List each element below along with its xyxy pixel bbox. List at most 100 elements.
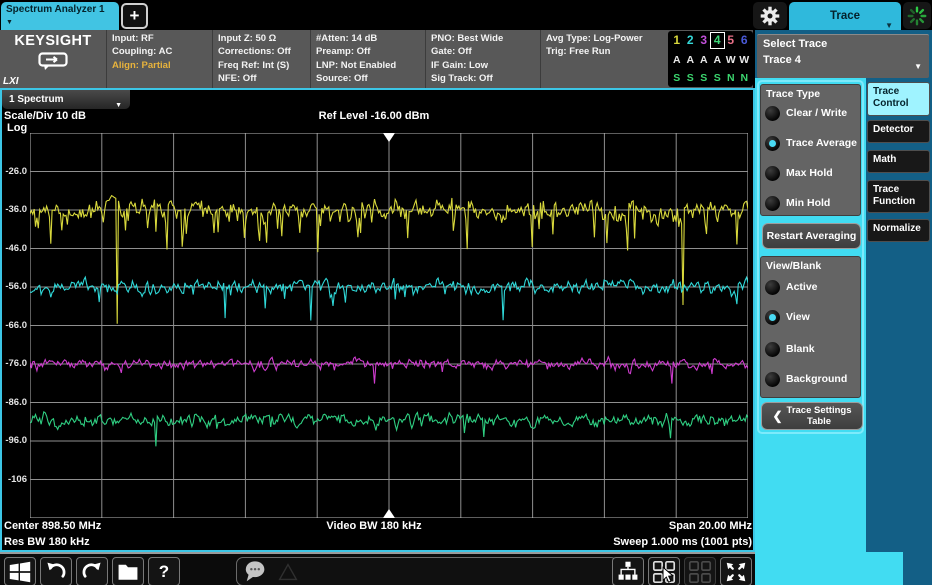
amplitude-tick-label: -76.0	[0, 358, 27, 369]
scale-div-label[interactable]: Scale/Div 10 dB	[4, 110, 86, 122]
annotation-bar[interactable]	[236, 557, 618, 585]
amplitude-tick-label: -86.0	[0, 397, 27, 408]
amplitude-tick-label: -106	[0, 474, 27, 485]
menu-column-footer	[866, 552, 903, 585]
menu-title-tab[interactable]: Trace ▼	[789, 2, 901, 30]
tab-detector[interactable]: Detector	[867, 120, 930, 143]
amplitude-tick-label: -26.0	[0, 166, 27, 177]
redo-icon	[80, 560, 104, 584]
radio-clear-write[interactable]: Clear / Write	[765, 102, 847, 124]
folder-icon	[116, 560, 140, 584]
trace-number: 3	[697, 33, 711, 48]
center-frequency-marker-top	[383, 133, 395, 142]
radio-active[interactable]: Active	[765, 276, 818, 298]
info-line: IF Gain: Low	[431, 59, 535, 72]
add-mode-button[interactable]: +	[121, 3, 148, 29]
info-line: LNP: Not Enabled	[316, 59, 420, 72]
keysight-logo: KEYSIGHT	[0, 33, 106, 49]
radio-button-icon	[765, 310, 780, 325]
ghost-triangle-icon	[275, 559, 301, 585]
tab-math[interactable]: Math	[867, 150, 930, 173]
select-trace-dropdown[interactable]: Select Trace Trace 4 ▼	[757, 34, 929, 78]
window-selector-dropdown[interactable]: 1 Spectrum ▼	[2, 90, 130, 109]
app-mode-tab[interactable]: Spectrum Analyzer 1 ▼ Swept SA	[1, 2, 119, 30]
restart-averaging-button[interactable]: Restart Averaging	[762, 223, 861, 249]
info-line: Input: RF	[112, 32, 207, 45]
tab-trace-control[interactable]: Trace Control	[867, 82, 930, 116]
trace-legend-col-4[interactable]: 4AS	[711, 32, 725, 86]
trace-detector-letter: S	[697, 72, 711, 85]
info-line: Trig: Free Run	[546, 45, 662, 58]
info-line: Coupling: AC	[112, 45, 207, 58]
trace-legend-col-6[interactable]: 6WN	[738, 32, 752, 86]
log-scale-label: Log	[7, 122, 27, 134]
radio-label: Background	[786, 373, 847, 385]
trace-legend-col-1[interactable]: 1AS	[670, 32, 684, 86]
redo-button[interactable]	[76, 557, 108, 585]
view-blank-panel: View/Blank ActiveViewBlankBackground	[760, 256, 861, 398]
spectrum-plot[interactable]	[30, 133, 748, 518]
trace-legend-col-2[interactable]: 2 AS	[684, 32, 698, 86]
radio-trace-average[interactable]: Trace Average	[765, 132, 857, 154]
tab-trace-function[interactable]: Trace Function	[867, 180, 930, 213]
lxi-logo: LXI	[3, 76, 19, 87]
radio-min-hold[interactable]: Min Hold	[765, 192, 830, 214]
sequence-layout-button[interactable]	[612, 557, 644, 585]
sweep-label[interactable]: Sweep 1.000 ms (1001 pts)	[552, 536, 752, 548]
trace-type-letter: A	[697, 54, 711, 67]
video-bw-label[interactable]: Video BW 180 kHz	[274, 520, 474, 532]
busy-indicator[interactable]	[903, 2, 931, 29]
trace-number: 6	[738, 33, 752, 48]
help-button[interactable]: ?	[148, 557, 180, 585]
trace-detector-letter: S	[711, 72, 725, 85]
arrange-windows-button[interactable]	[648, 557, 680, 585]
chevron-left-icon: ❮	[772, 411, 782, 422]
windows-logo-icon	[7, 559, 33, 585]
trace-settings-table-button[interactable]: ❮ Trace Settings Table	[761, 402, 863, 430]
radio-label: Clear / Write	[786, 107, 847, 119]
info-line: NFE: Off	[218, 72, 305, 85]
res-bw-label[interactable]: Res BW 180 kHz	[4, 536, 90, 548]
span-label[interactable]: Span 20.00 MHz	[552, 520, 752, 532]
trace-type-letter: A	[684, 54, 698, 67]
radio-label: Blank	[786, 343, 815, 355]
info-line: Source: Off	[316, 72, 420, 85]
layout-diagram-icon	[616, 560, 640, 584]
radio-label: Max Hold	[786, 167, 833, 179]
trace-legend-col-5[interactable]: 5WN	[724, 32, 738, 86]
chevron-down-icon: ▼	[6, 19, 13, 26]
ref-level-label[interactable]: Ref Level -16.00 dBm	[274, 110, 474, 122]
status-info-bar: KEYSIGHT LXI Input: RFCoupling: ACAlign:…	[0, 30, 753, 88]
info-line: Corrections: Off	[218, 45, 305, 58]
trace-detector-letter: N	[724, 72, 738, 85]
windows-start-button[interactable]	[4, 557, 36, 585]
undo-button[interactable]	[40, 557, 72, 585]
radio-label: Min Hold	[786, 197, 830, 209]
trace-detector-letter: S	[684, 72, 698, 85]
radio-blank[interactable]: Blank	[765, 338, 815, 360]
fullscreen-button[interactable]	[720, 557, 752, 585]
center-freq-label[interactable]: Center 898.50 MHz	[4, 520, 101, 532]
trace-detector-letter: N	[738, 72, 752, 85]
trace-number: 1	[670, 33, 684, 48]
info-panel-4: PNO: Best WideGate: OffIF Gain: LowSig T…	[425, 30, 540, 88]
info-panel-5: Avg Type: Log-PowerTrig: Free Run	[540, 30, 667, 88]
trace-number: 2	[684, 33, 698, 48]
grid-layout-button[interactable]	[684, 557, 716, 585]
select-trace-label: Select Trace	[763, 38, 923, 50]
trace-legend-col-3[interactable]: 3 AS	[697, 32, 711, 86]
settings-button[interactable]	[753, 2, 787, 29]
info-line: PNO: Best Wide	[431, 32, 535, 45]
file-manager-button[interactable]	[112, 557, 144, 585]
radio-view[interactable]: View	[765, 306, 810, 328]
tab-normalize[interactable]: Normalize	[867, 219, 930, 242]
amplitude-tick-label: -66.0	[0, 320, 27, 331]
info-line: Gate: Off	[431, 45, 535, 58]
trace-number: 4	[711, 33, 725, 48]
info-line: #Atten: 14 dB	[316, 32, 420, 45]
radio-max-hold[interactable]: Max Hold	[765, 162, 833, 184]
chevron-down-icon: ▼	[115, 96, 122, 115]
trace-legend[interactable]: 1AS2AS3AS4AS5WN6WN	[668, 31, 753, 87]
radio-background[interactable]: Background	[765, 368, 847, 390]
trace-type-letter: A	[670, 54, 684, 67]
